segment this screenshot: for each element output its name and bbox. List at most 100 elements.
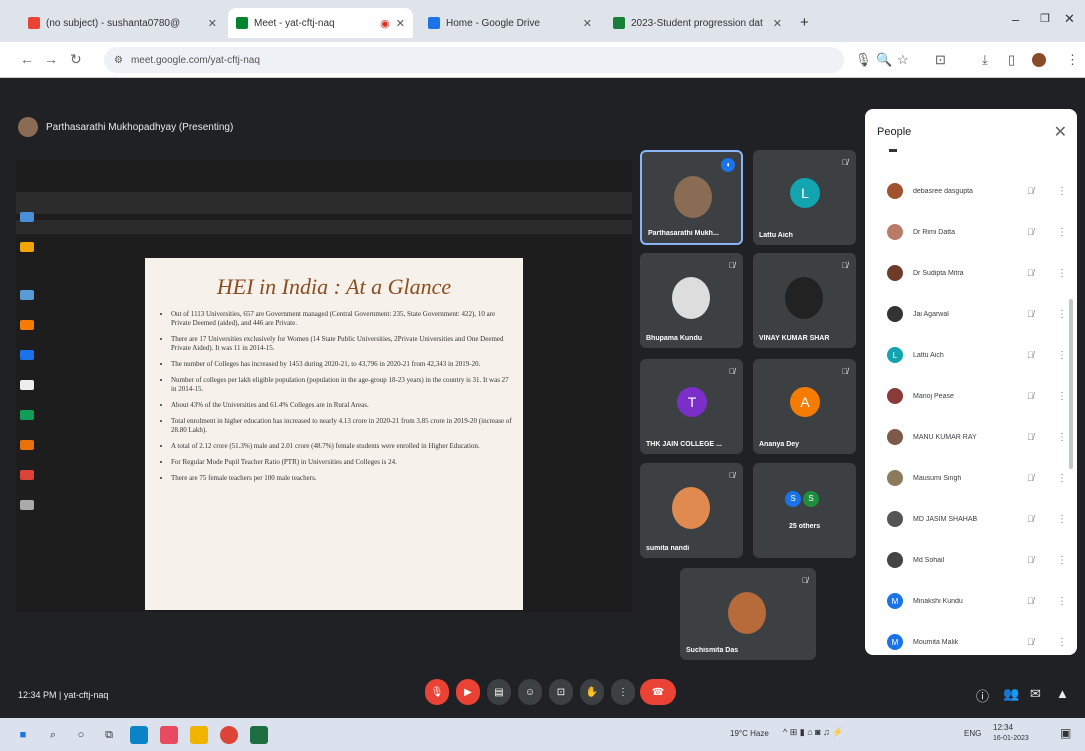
more-options-icon[interactable]: ⋮ bbox=[1057, 555, 1067, 566]
camera-toggle-button[interactable]: ▶ bbox=[456, 679, 480, 705]
more-options-icon[interactable]: ⋮ bbox=[1057, 350, 1067, 361]
file-explorer-icon[interactable] bbox=[190, 726, 208, 744]
close-icon[interactable]: ✕ bbox=[1054, 122, 1067, 142]
app-icon[interactable] bbox=[160, 726, 178, 744]
participant-tile[interactable]: L 🎙̸ Lattu Aich bbox=[753, 150, 856, 245]
captions-button[interactable]: ▤ bbox=[487, 679, 511, 705]
close-icon[interactable]: ✕ bbox=[396, 17, 405, 30]
site-settings-icon[interactable]: ⚙ bbox=[114, 55, 123, 66]
dock-app-icon bbox=[20, 500, 34, 510]
reload-icon[interactable]: ↻ bbox=[70, 51, 82, 68]
more-options-icon[interactable]: ⋮ bbox=[1057, 473, 1067, 484]
zoom-icon[interactable]: 🔍 bbox=[876, 52, 892, 68]
avatar: L bbox=[790, 178, 820, 208]
side-panel-icon[interactable]: ▯ bbox=[1008, 52, 1015, 68]
participant-list-item[interactable]: Md Sohail 🎙̸ ⋮ bbox=[887, 548, 1067, 572]
more-options-icon[interactable]: ⋮ bbox=[1057, 514, 1067, 525]
participant-tile[interactable]: ◖ Parthasarathi Mukh... bbox=[640, 150, 743, 245]
system-tray-icons[interactable]: ^ ⊞ ▮ ⌂ ◙ ♫ ⚡ bbox=[783, 727, 844, 738]
weather-text[interactable]: 19°C Haze bbox=[730, 729, 769, 738]
participant-list-item[interactable]: Dr Sudipta Mitra 🎙̸ ⋮ bbox=[887, 261, 1067, 285]
more-options-icon[interactable]: ⋮ bbox=[1057, 227, 1067, 238]
raise-hand-button[interactable]: ✋ bbox=[580, 679, 604, 705]
new-tab-button[interactable]: + bbox=[800, 14, 809, 31]
search-icon[interactable]: ⌕ bbox=[44, 726, 62, 744]
browser-tab-meet[interactable]: Meet - yat-cftj-naq ◉ ✕ bbox=[228, 8, 413, 38]
window-close-icon[interactable]: ✕ bbox=[1064, 11, 1075, 27]
participant-tile[interactable]: T 🎙̸ THK JAIN COLLEGE ... bbox=[640, 359, 743, 454]
participant-tile[interactable]: 🎙̸ VINAY KUMAR SHAR bbox=[753, 253, 856, 348]
cortana-icon[interactable]: ○ bbox=[72, 726, 90, 744]
more-options-icon[interactable]: ⋮ bbox=[1057, 309, 1067, 320]
participant-list-item[interactable]: Dr Rimi Datta 🎙̸ ⋮ bbox=[887, 220, 1067, 244]
close-icon[interactable]: ✕ bbox=[773, 17, 782, 30]
participant-name: Bhupama Kundu bbox=[646, 335, 702, 342]
forward-icon[interactable]: → bbox=[44, 51, 58, 67]
mic-off-icon: 🎙̸ bbox=[1027, 555, 1034, 565]
participant-tile[interactable]: 🎙̸ sumita nandi bbox=[640, 463, 743, 558]
participant-name: Parthasarathi Mukh... bbox=[648, 230, 719, 237]
more-options-icon[interactable]: ⋮ bbox=[1057, 391, 1067, 402]
participant-list-item[interactable]: Jai Agarwal 🎙̸ ⋮ bbox=[887, 302, 1067, 326]
emoji-button[interactable]: ☺ bbox=[518, 679, 542, 705]
leave-call-button[interactable]: ☎ bbox=[640, 679, 676, 705]
more-options-button[interactable]: ⋮ bbox=[611, 679, 635, 705]
more-options-icon[interactable]: ⋮ bbox=[1057, 186, 1067, 197]
present-button[interactable]: ⊡ bbox=[549, 679, 573, 705]
participant-list-item[interactable]: MANU KUMAR RAY 🎙̸ ⋮ bbox=[887, 425, 1067, 449]
download-icon[interactable]: ⤓ bbox=[982, 52, 988, 68]
avatar: S bbox=[785, 491, 801, 507]
windows-start-icon[interactable]: ■ bbox=[14, 726, 32, 744]
close-icon[interactable]: ✕ bbox=[208, 17, 217, 30]
mic-off-icon: 🎙̸ bbox=[729, 261, 735, 270]
avatar bbox=[785, 277, 823, 319]
minimize-icon[interactable]: – bbox=[1012, 12, 1019, 27]
close-icon[interactable]: ✕ bbox=[583, 17, 592, 30]
people-panel-title: People bbox=[877, 126, 912, 138]
notification-icon[interactable]: ▣ bbox=[1060, 726, 1071, 740]
browser-tab-gmail[interactable]: (no subject) - sushanta0780@ ✕ bbox=[20, 8, 225, 38]
mic-off-icon: 🎙̸ bbox=[1027, 186, 1034, 196]
extensions-icon[interactable]: ⊡ bbox=[935, 52, 946, 68]
participant-tile[interactable]: A 🎙̸ Ananya Dey bbox=[753, 359, 856, 454]
chrome-icon[interactable] bbox=[220, 726, 238, 744]
edge-icon[interactable] bbox=[130, 726, 148, 744]
browser-tab-drive[interactable]: Home - Google Drive ✕ bbox=[420, 8, 600, 38]
participant-list-item[interactable]: Mausumi Singh 🎙̸ ⋮ bbox=[887, 466, 1067, 490]
participant-list-item[interactable]: M Moumita Malik 🎙̸ ⋮ bbox=[887, 630, 1067, 654]
microphone-icon[interactable]: 🎙 bbox=[855, 52, 872, 68]
menu-icon[interactable]: ⋮ bbox=[1066, 52, 1079, 68]
others-tile[interactable]: S S 25 others bbox=[753, 463, 856, 558]
bookmark-star-icon[interactable]: ☆ bbox=[897, 52, 909, 68]
activities-icon[interactable]: ▲ bbox=[1056, 686, 1069, 701]
participant-tile[interactable]: 🎙̸ Bhupama Kundu bbox=[640, 253, 743, 348]
profile-avatar[interactable] bbox=[1032, 53, 1046, 67]
browser-tab-sheets[interactable]: 2023-Student progression dat ✕ bbox=[605, 8, 790, 38]
url-bar[interactable]: ⚙ meet.google.com/yat-cftj-naq bbox=[104, 47, 844, 73]
clock-time[interactable]: 12:34 bbox=[993, 723, 1013, 732]
maximize-icon[interactable]: ❐ bbox=[1040, 12, 1050, 25]
participant-list-item[interactable]: MD JASIM SHAHAB 🎙̸ ⋮ bbox=[887, 507, 1067, 531]
participant-list-item[interactable]: Manoj Pease 🎙̸ ⋮ bbox=[887, 384, 1067, 408]
more-options-icon[interactable]: ⋮ bbox=[1057, 268, 1067, 279]
language-indicator[interactable]: ENG bbox=[964, 729, 981, 738]
mic-toggle-button[interactable]: 🎙 bbox=[425, 679, 449, 705]
back-icon[interactable]: ← bbox=[20, 51, 34, 67]
participant-list-item[interactable]: M Minakshi Kundu 🎙̸ ⋮ bbox=[887, 589, 1067, 613]
scrollbar[interactable] bbox=[1069, 299, 1073, 469]
chat-icon[interactable]: ✉ bbox=[1030, 686, 1041, 702]
drive-icon bbox=[428, 17, 440, 29]
info-icon[interactable]: ⓘ bbox=[976, 686, 989, 705]
clock-date[interactable]: 16-01-2023 bbox=[993, 735, 1029, 742]
participant-list-item[interactable]: L Lattu Aich 🎙̸ ⋮ bbox=[887, 343, 1067, 367]
participant-tile[interactable]: 🎙̸ Suchismita Das bbox=[680, 568, 816, 660]
more-options-icon[interactable]: ⋮ bbox=[1057, 432, 1067, 443]
excel-icon[interactable] bbox=[250, 726, 268, 744]
avatar bbox=[887, 429, 903, 445]
more-options-icon[interactable]: ⋮ bbox=[1057, 596, 1067, 607]
people-icon[interactable]: 👥 bbox=[1003, 686, 1019, 702]
participant-name: MD JASIM SHAHAB bbox=[913, 515, 978, 523]
task-view-icon[interactable]: ⧉ bbox=[100, 726, 118, 744]
participant-list-item[interactable]: debasree dasgupta 🎙̸ ⋮ bbox=[887, 179, 1067, 203]
more-options-icon[interactable]: ⋮ bbox=[1057, 637, 1067, 648]
